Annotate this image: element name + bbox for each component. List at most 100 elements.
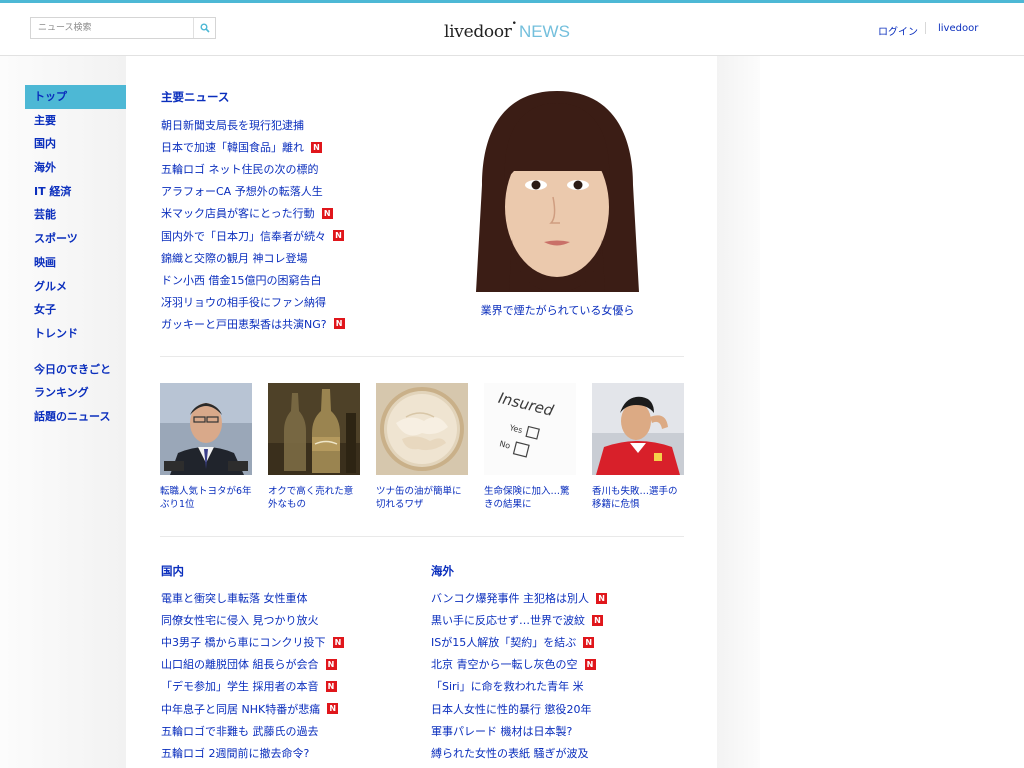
thumb-item[interactable]: 香川も失敗…選手の移籍に危惧 [592, 383, 684, 511]
news-item[interactable]: 五輪ロゴ 2週間前に撤去命令? [161, 742, 344, 764]
thumb-caption: 香川も失敗…選手の移籍に危惧 [592, 486, 678, 510]
news-item-text: 北京 青空から一転し灰色の空 [431, 658, 578, 672]
news-item[interactable]: 軍事パレード 機材は日本製? [431, 720, 607, 742]
news-item-text: 五輪ロゴ ネット住民の次の標的 [161, 163, 319, 177]
news-item-text: 日本人女性に性的暴行 懲役20年 [431, 702, 592, 716]
sidebar-item-trend[interactable]: トレンド [25, 322, 126, 346]
sidebar-item-movies[interactable]: 映画 [25, 251, 126, 275]
login-link[interactable]: ログイン [878, 23, 918, 38]
new-badge: N [327, 703, 339, 715]
search-button[interactable] [193, 18, 215, 38]
sidebar-item-overseas[interactable]: 海外 [25, 156, 126, 180]
news-item[interactable]: 同僚女性宅に侵入 見つかり放火 [161, 609, 344, 631]
sidebar-item-ranking[interactable]: ランキング [25, 381, 126, 405]
thumb-caption: 生命保険に加入…驚きの結果に [484, 486, 570, 510]
logo-livedoor: livedoor [444, 22, 512, 42]
thumb-item[interactable]: ツナ缶の油が簡単に切れるワザ [376, 383, 468, 511]
new-badge: N [333, 318, 345, 330]
soccer-player-photo-icon [592, 383, 684, 475]
right-background [717, 56, 760, 768]
news-item-text: 縛られた女性の表紙 騒ぎが波及 [431, 746, 589, 760]
feature-photo[interactable] [456, 89, 659, 292]
news-item[interactable]: 五輪ロゴ ネット住民の次の標的 [161, 158, 345, 180]
sidebar-item-top[interactable]: トップ [25, 85, 126, 109]
new-badge: N [325, 680, 337, 692]
news-item-text: 中3男子 橋から車にコンクリ投下 [161, 636, 326, 650]
news-item-text: 錦織と交際の観月 神コレ登場 [161, 251, 308, 265]
sidebar-item-gourmet[interactable]: グルメ [25, 275, 126, 299]
thumb-item[interactable]: オクで高く売れた意外なもの [268, 383, 360, 511]
sidebar-item-topics[interactable]: 話題のニュース [25, 405, 126, 429]
news-item[interactable]: 日本人女性に性的暴行 懲役20年 [431, 697, 607, 719]
new-badge: N [321, 207, 333, 219]
news-item[interactable]: 冴羽リョウの相手役にファン納得 [161, 291, 345, 313]
new-badge: N [584, 658, 596, 670]
search-input[interactable] [31, 18, 195, 38]
livedoor-link[interactable]: livedoor [938, 23, 978, 34]
news-item[interactable]: 米マック店員が客にとった行動 N [161, 202, 345, 224]
news-item-text: 「Siri」に命を救われた青年 米 [431, 680, 584, 694]
news-item-text: 米マック店員が客にとった行動 [161, 207, 315, 221]
news-item[interactable]: 縛られた女性の表紙 騒ぎが波及 [431, 742, 607, 764]
news-item-text: ISが15人解放「契約」を結ぶ [431, 636, 577, 650]
news-item-text: アラフォーCA 予想外の転落人生 [161, 185, 323, 199]
new-badge: N [583, 636, 595, 648]
news-item[interactable]: 山口組の離脱団体 組長らが会合 N [161, 653, 344, 675]
news-item[interactable]: 錦織と交際の観月 神コレ登場 [161, 247, 345, 269]
news-item[interactable]: 中3男子 橋から車にコンクリ投下 N [161, 631, 344, 653]
news-item[interactable]: ガッキーと戸田恵梨香は共演NG? N [161, 313, 345, 335]
news-item[interactable]: 黒い手に反応せず…世界で波紋 N [431, 609, 607, 631]
news-item-text: 山口組の離脱団体 組長らが会合 [161, 658, 319, 672]
news-item-text: 電車と衝突し車転落 女性重体 [161, 592, 308, 606]
divider-top [160, 356, 684, 357]
news-item-text: ガッキーと戸田恵梨香は共演NG? [161, 317, 327, 331]
bottle-photo-icon [268, 383, 360, 475]
new-badge: N [592, 614, 603, 626]
news-item-text: 冴羽リョウの相手役にファン納得 [161, 295, 326, 309]
news-item-text: 五輪ロゴ 2週間前に撤去命令? [161, 746, 310, 760]
news-item[interactable]: アラフォーCA 予想外の転落人生 [161, 180, 345, 202]
news-item[interactable]: ドン小西 借金15億円の困窮告白 [161, 269, 345, 291]
news-item[interactable]: 国内外で「日本刀」信奉者が続々 N [161, 224, 345, 246]
news-item[interactable]: ISが15人解放「契約」を結ぶ N [431, 631, 607, 653]
news-item-text: 朝日新聞支局長を現行犯逮捕 [161, 119, 304, 133]
news-item-text: 黒い手に反応せず…世界で波紋 [431, 614, 585, 628]
thumb-caption: ツナ缶の油が簡単に切れるワザ [376, 486, 462, 510]
news-item-text: 軍事パレード 機材は日本製? [431, 724, 573, 738]
sidebar-item-main[interactable]: 主要 [25, 109, 126, 133]
news-item[interactable]: バンコク爆発事件 主犯格は別人 N [431, 587, 608, 609]
sidebar-item-domestic[interactable]: 国内 [25, 132, 126, 156]
news-item-text: バンコク爆発事件 主犯格は別人 [431, 592, 590, 606]
logo-news: NEWS [518, 22, 570, 41]
news-item[interactable]: 五輪ロゴで非難も 武藤氏の過去 [161, 720, 344, 742]
sidebar-item-it-economy[interactable]: IT 経済 [25, 180, 126, 204]
news-item[interactable]: 「Siri」に命を救われた青年 米 [431, 675, 607, 697]
overseas-news-list: バンコク爆発事件 主犯格は別人 N 黒い手に反応せず…世界で波紋 N ISが15人解… [431, 587, 608, 764]
news-item[interactable]: 電車と衝突し車転落 女性重体 [161, 587, 344, 609]
news-item[interactable]: 「デモ参加」学生 採用者の本音 N [161, 675, 344, 697]
news-item-text: 五輪ロゴで非難も 武藤氏の過去 [161, 724, 319, 738]
thumb-item[interactable]: 転職人気トヨタが6年ぶり1位 [160, 383, 252, 511]
news-item-text: 国内外で「日本刀」信奉者が続々 [161, 229, 326, 243]
insured-form-photo-icon: Insured Yes No [484, 383, 576, 475]
overseas-title[interactable]: 海外 [431, 563, 454, 579]
news-item[interactable]: 北京 青空から一転し灰色の空 N [431, 653, 607, 675]
sidebar-item-entertainment[interactable]: 芸能 [25, 203, 126, 227]
news-item-text: ドン小西 借金15億円の困窮告白 [161, 273, 322, 287]
sidebar-item-sports[interactable]: スポーツ [25, 227, 126, 251]
news-item[interactable]: 日本で加速「韓国食品」離れ N [161, 136, 345, 158]
feature-caption[interactable]: 業界で煙たがられている女優ら [456, 302, 659, 318]
new-badge: N [596, 592, 608, 604]
sidebar-item-women[interactable]: 女子 [25, 298, 126, 322]
news-item[interactable]: 朝日新聞支局長を現行犯逮捕 [161, 114, 345, 136]
news-item-text: 中年息子と同居 NHK特番が悲痛 [161, 702, 321, 716]
thumb-item[interactable]: Insured Yes No 生命保険に加入…驚きの結果に [484, 383, 576, 511]
thumb-caption: オクで高く売れた意外なもの [268, 486, 354, 510]
sidebar-item-today[interactable]: 今日のできごと [25, 358, 126, 382]
news-item[interactable]: 中年息子と同居 NHK特番が悲痛 N [161, 697, 344, 719]
livedoor-news-logo[interactable]: livedoor • NEWS [444, 16, 570, 42]
domestic-title[interactable]: 国内 [161, 563, 184, 579]
search-icon [200, 23, 210, 33]
actress-photo-icon [456, 89, 659, 292]
